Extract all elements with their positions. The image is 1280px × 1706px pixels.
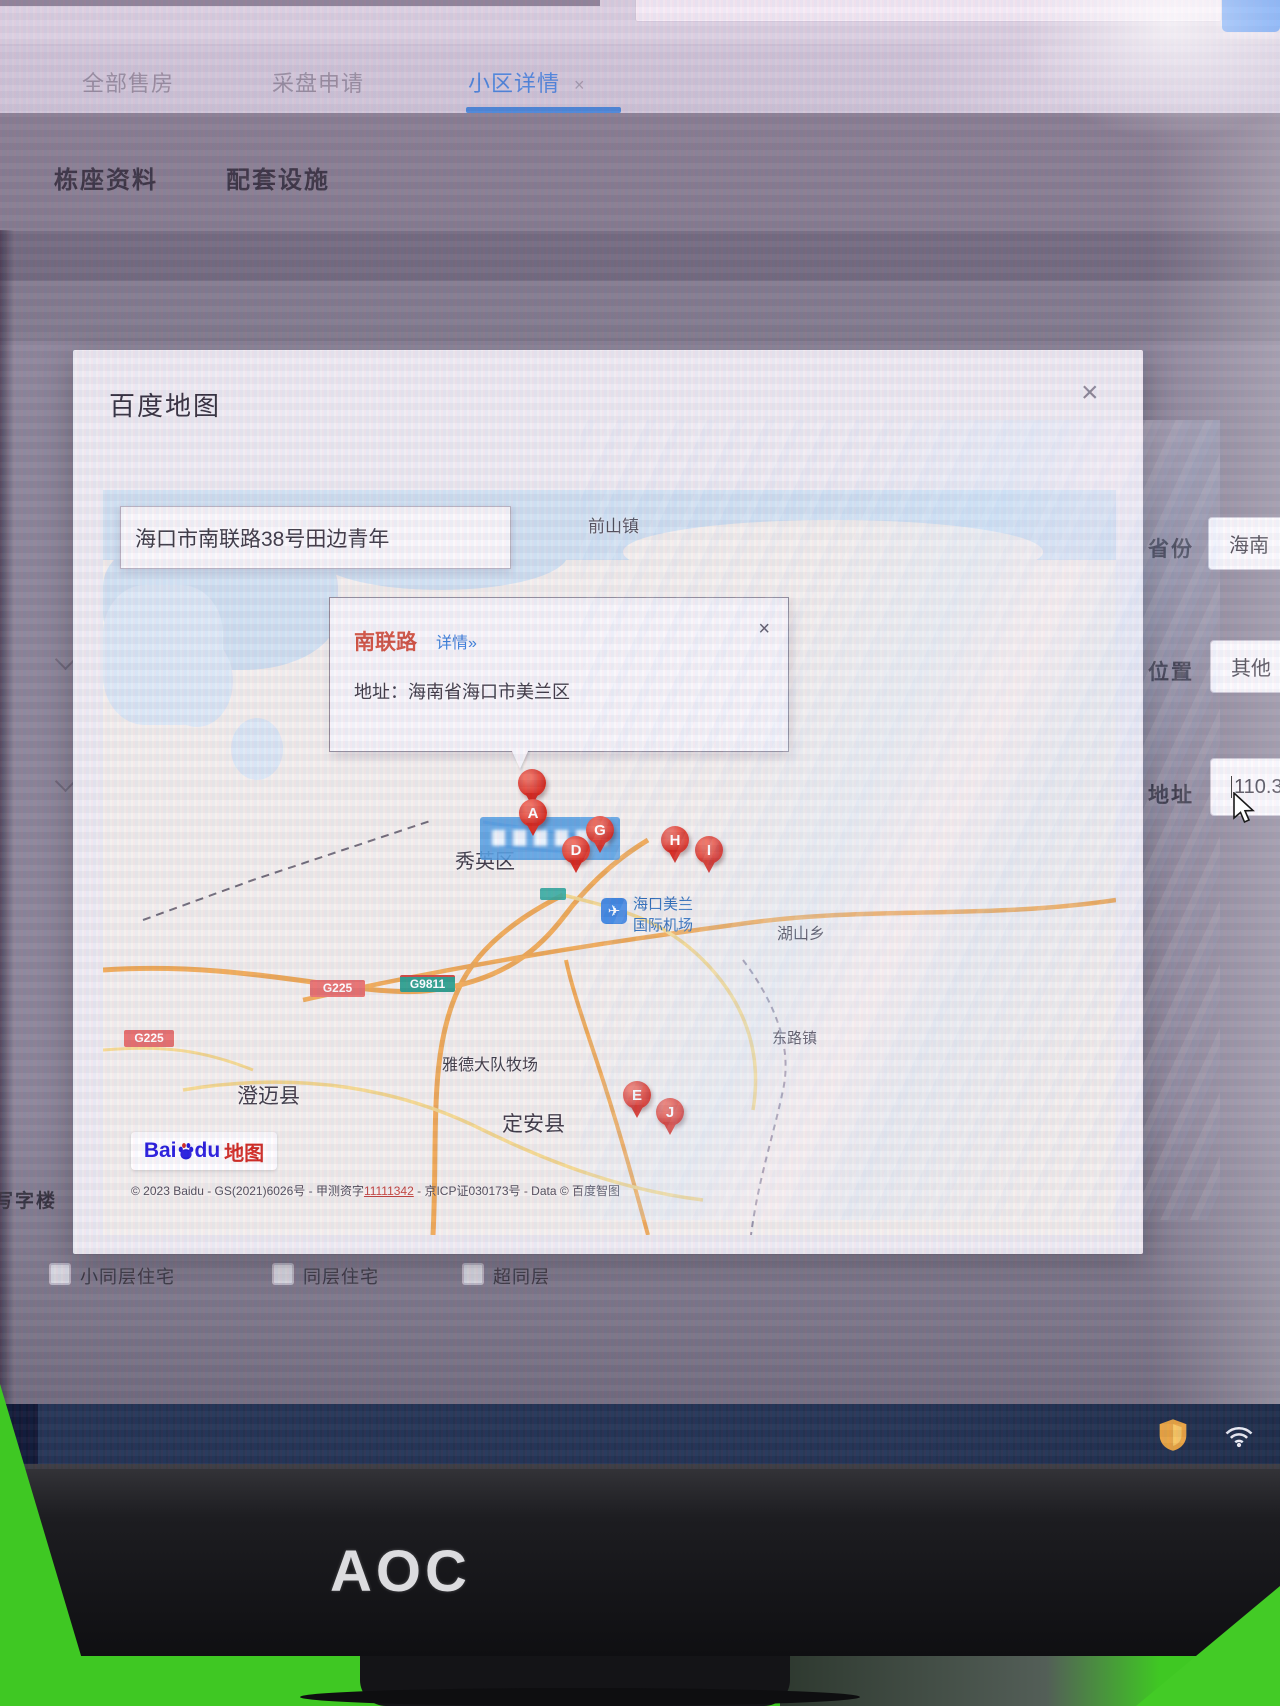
location-label: 位置 <box>1148 656 1194 686</box>
province-value: 海南 <box>1229 529 1269 558</box>
map-search-value: 海口市南联路38号田边青年 <box>135 523 389 553</box>
map-search-input[interactable]: 海口市南联路38号田边青年 <box>120 506 511 569</box>
map-pin-E[interactable]: E <box>623 1081 651 1109</box>
town-label-dongluzhen: 东路镇 <box>772 1027 817 1048</box>
location-value: 其他 <box>1231 652 1271 681</box>
town-label-hushanxiang: 湖山乡 <box>777 920 825 944</box>
subnav-band <box>0 113 1280 231</box>
info-window-address: 地址：海南省海口市美兰区 <box>354 678 570 704</box>
baidu-logo-bai: Bai <box>144 1139 177 1163</box>
copyright-license-number: 11111342 <box>364 1184 414 1198</box>
checkbox-super-floor[interactable] <box>462 1263 484 1285</box>
province-label: 省份 <box>1148 533 1194 563</box>
checkbox-label[interactable]: 同层住宅 <box>303 1263 379 1289</box>
monitor-stand-base <box>300 1688 860 1706</box>
airport-icon: ✈ <box>601 898 627 924</box>
map-pin-D[interactable]: D <box>562 836 590 864</box>
county-label-chengmaixian: 澄迈县 <box>237 1080 300 1110</box>
info-window-detail-link[interactable]: 详情» <box>436 629 477 653</box>
tab-all-listings[interactable]: 全部售房 <box>82 66 174 98</box>
airport-label-line1: 海口美兰 <box>633 894 693 915</box>
background-band-dark <box>0 231 1280 281</box>
map-pin-main[interactable] <box>518 769 546 797</box>
dialog-close-icon[interactable]: × <box>1081 378 1099 408</box>
tab-close-icon[interactable]: × <box>574 75 586 95</box>
office-building-label: 写字楼 <box>0 1186 57 1213</box>
checkbox-same-floor[interactable] <box>272 1263 294 1285</box>
map-pin-A[interactable]: A <box>519 799 547 827</box>
screen-top-shade <box>0 0 600 6</box>
airport-label-line2: 国际机场 <box>633 915 693 936</box>
baidu-logo-map-text: 地图 <box>224 1137 264 1166</box>
tab-community-detail-label: 小区详情 <box>468 71 560 96</box>
copyright-prefix: © 2023 Baidu - GS(2021)6026号 - 甲测资字 <box>131 1184 364 1198</box>
tab-community-detail[interactable]: 小区详情 × <box>468 66 586 98</box>
baidu-maps-logo[interactable]: Bai du 地图 <box>131 1132 277 1170</box>
map-pin-H[interactable]: H <box>661 826 689 854</box>
top-search-input[interactable] <box>635 0 1222 22</box>
map-pin-J[interactable]: J <box>656 1098 684 1126</box>
copyright-suffix: - 京ICP证030173号 - Data © 百度智图 <box>414 1184 620 1198</box>
baidu-logo-du: du <box>195 1139 221 1163</box>
windows-taskbar[interactable] <box>0 1404 1280 1466</box>
baidu-map-dialog: 百度地图 × <box>73 350 1143 1254</box>
screen-left-shade <box>0 230 14 1410</box>
info-window-close-icon[interactable]: × <box>758 618 770 641</box>
info-window-stem <box>511 749 529 769</box>
map-pin-I[interactable]: I <box>695 836 723 864</box>
map-canvas[interactable]: 前山镇 秀英区 湖山乡 东路镇 澄迈县 雅德大队牧场 定安县 ✈ 海口美兰 国际… <box>103 490 1116 1235</box>
screen: 全部售房 采盘申请 小区详情 × 栋座资料 配套设施 省份 海南 位置 其他 地址… <box>0 0 1280 1469</box>
province-select[interactable]: 海南 <box>1208 517 1280 570</box>
subnav-facilities[interactable]: 配套设施 <box>226 160 330 195</box>
monitor-bezel <box>0 1464 1280 1656</box>
map-pin-G[interactable]: G <box>586 816 614 844</box>
mouse-cursor <box>1232 792 1258 826</box>
monitor-brand-logo: AOC <box>330 1538 471 1605</box>
info-window-title: 南联路 <box>354 626 417 656</box>
tab-caipan-apply[interactable]: 采盘申请 <box>272 66 364 98</box>
road-badge-g225-2: G225 <box>124 1030 174 1047</box>
map-copyright: © 2023 Baidu - GS(2021)6026号 - 甲测资字11111… <box>131 1182 620 1199</box>
security-shield-icon[interactable] <box>1158 1418 1188 1452</box>
dialog-title: 百度地图 <box>109 386 221 423</box>
photo-of-monitor: 全部售房 采盘申请 小区详情 × 栋座资料 配套设施 省份 海南 位置 其他 地址… <box>0 0 1280 1706</box>
location-select[interactable]: 其他 <box>1210 640 1280 693</box>
checkbox-small-same-floor[interactable] <box>49 1263 71 1285</box>
checkbox-label[interactable]: 小同层住宅 <box>80 1263 175 1289</box>
address-label: 地址 <box>1148 779 1194 809</box>
poi-label-yade-farm: 雅德大队牧场 <box>442 1051 538 1075</box>
road-badge-g9811: G9811 <box>400 975 455 992</box>
road-badge-g225: G225 <box>310 980 365 997</box>
baidu-paw-icon <box>178 1142 194 1161</box>
checkbox-label[interactable]: 超同层 <box>493 1263 550 1289</box>
background-band-mid <box>0 281 1280 341</box>
top-primary-button[interactable] <box>1222 0 1280 32</box>
wifi-icon[interactable] <box>1224 1424 1254 1448</box>
road-badge-small <box>540 888 566 900</box>
county-label-dinganxian: 定安县 <box>502 1108 565 1138</box>
subnav-building-info[interactable]: 栋座资料 <box>54 160 158 195</box>
town-label-qianshanzhen: 前山镇 <box>588 512 639 537</box>
tab-bar <box>0 44 1280 113</box>
map-info-window: 南联路 详情» × 地址：海南省海口市美兰区 <box>329 597 789 752</box>
